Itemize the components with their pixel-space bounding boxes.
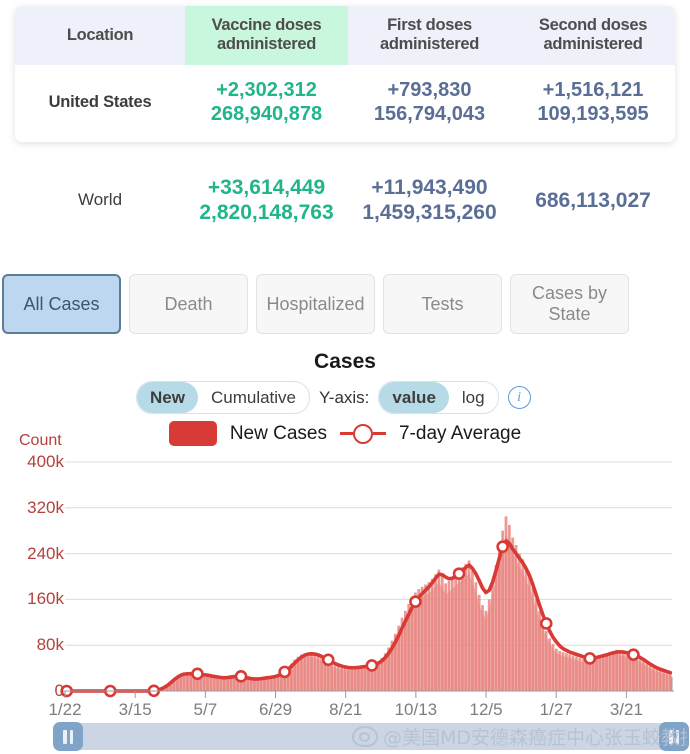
hdr-line2: administered [379,35,480,54]
hdr-line2: administered [543,35,643,54]
tab-cases-by-state[interactable]: Cases by State [510,274,629,334]
first-doses-total-world: 1,459,315,260 [362,201,497,225]
vaccine-doses-change: +2,302,312 [216,79,317,102]
tab-death-label: Death [164,293,213,314]
xaxis-tick-label: 8/21 [329,700,363,719]
data-point-marker[interactable] [627,648,640,661]
scale-value-button[interactable]: value [379,382,449,413]
mode-new-button[interactable]: New [137,382,198,413]
first-doses-change-world: +11,943,490 [371,176,488,199]
watermark: @美国MD安德森癌症中心张玉蛟教授 [352,722,687,750]
data-point-marker[interactable] [278,665,291,679]
grip-bar [63,729,67,744]
xaxis-tick-label: 6/29 [258,700,293,719]
scale-toggle-group: value log [378,381,499,414]
data-point-marker[interactable] [409,595,422,608]
vaccine-doses-total-world: 2,820,148,763 [199,201,334,225]
second-doses-total: 109,193,595 [537,103,649,126]
yaxis-scale-label: Y-axis: [319,387,370,407]
data-point-marker[interactable] [191,667,204,681]
first-doses-change: +793,830 [387,79,472,102]
slider-handle-left[interactable] [53,722,83,751]
column-header-location-label: Location [66,25,134,44]
summary-table: Location Vaccine doses administered Firs… [15,6,675,142]
tab-tests-label: Tests [421,293,464,314]
xaxis-tick-label: 12/5 [469,700,503,719]
xaxis-tick-label: 5/7 [193,700,218,719]
data-point-marker[interactable] [452,567,466,580]
column-header-vaccine-doses-label: Vaccine doses administered [212,16,322,55]
tab-cases-by-state-label: Cases by State [531,283,608,324]
xaxis-tick-label: 3/21 [609,700,643,719]
second-doses-total-world: 686,113,027 [535,188,651,212]
vaccine-doses-change-world: +33,614,449 [207,176,326,199]
xaxis-tick-label: 10/13 [394,700,438,719]
column-header-first-doses[interactable]: First doses administered [348,6,511,65]
tab-death[interactable]: Death [129,274,248,334]
cell-second-doses-world: 686,113,027 [511,188,675,213]
grip-bar [69,729,73,744]
chart-title: Cases [314,350,376,373]
column-header-first-doses-label: First doses administered [380,16,479,55]
tab-all-cases-label: All Cases [23,293,100,314]
cell-vaccine-doses-world: +33,614,449 2,820,148,763 [185,175,348,225]
vaccine-doses-total: 268,940,878 [210,103,323,126]
tab-hospitalized[interactable]: Hospitalized [256,274,375,334]
mode-cumulative-button[interactable]: Cumulative [198,382,309,413]
data-point-marker[interactable] [496,540,509,554]
watermark-text: @美国MD安德森癌症中心张玉蛟教授 [383,726,687,749]
data-point-marker[interactable] [583,652,597,665]
column-header-location[interactable]: Location [15,6,185,65]
xaxis-tick-label: 1/22 [48,700,82,719]
first-doses-total: 156,794,043 [373,103,486,126]
data-point-marker[interactable] [365,659,379,672]
hdr-line2: administered [216,35,317,54]
metric-tabs: All Cases Death Hospitalized Tests Cases… [2,274,629,334]
info-icon[interactable]: i [507,386,531,409]
cell-vaccine-doses: +2,302,312 268,940,878 [185,65,348,142]
chart-controls: New Cumulative Y-axis: value log i [136,381,531,414]
cell-first-doses-world: +11,943,490 1,459,315,260 [348,175,511,225]
column-header-vaccine-doses[interactable]: Vaccine doses administered [185,6,348,65]
second-doses-change: +1,516,121 [542,79,644,102]
hdr-line1: Second doses [538,16,648,34]
table-row-world[interactable]: World +33,614,449 2,820,148,763 +11,943,… [15,175,675,225]
cell-location: United States [48,93,152,112]
data-point-marker[interactable] [539,617,553,630]
cell-second-doses: +1,516,121 109,193,595 [511,65,675,142]
hdr-line1: First doses [387,16,472,34]
tab-tests[interactable]: Tests [383,274,502,334]
weibo-eye-icon [352,725,378,747]
table-row[interactable]: United States +2,302,312 268,940,878 +79… [15,64,675,142]
tab-hospitalized-label: Hospitalized [266,293,365,314]
hdr-line1: Vaccine doses [211,16,322,34]
cell-first-doses: +793,830 156,794,043 [348,65,511,142]
xaxis-tick-label: 1/27 [539,700,573,719]
table-header-row: Location Vaccine doses administered Firs… [15,6,675,65]
column-header-second-doses[interactable]: Second doses administered [511,6,675,65]
chart-svg [60,461,674,698]
mode-toggle-group: New Cumulative [136,381,311,414]
data-point-marker[interactable] [234,670,248,683]
tab-all-cases[interactable]: All Cases [2,274,121,334]
column-header-second-doses-label: Second doses administered [538,16,648,55]
xaxis-tick-label: 3/15 [118,700,152,719]
scale-log-button[interactable]: log [449,382,498,413]
data-point-marker[interactable] [321,653,335,667]
cell-location-world: World [77,190,123,210]
chart-plot-area[interactable]: Count 0 80k 160k 240k 320k 400k 1/22 3/15 5/7 6/… [0,432,690,722]
